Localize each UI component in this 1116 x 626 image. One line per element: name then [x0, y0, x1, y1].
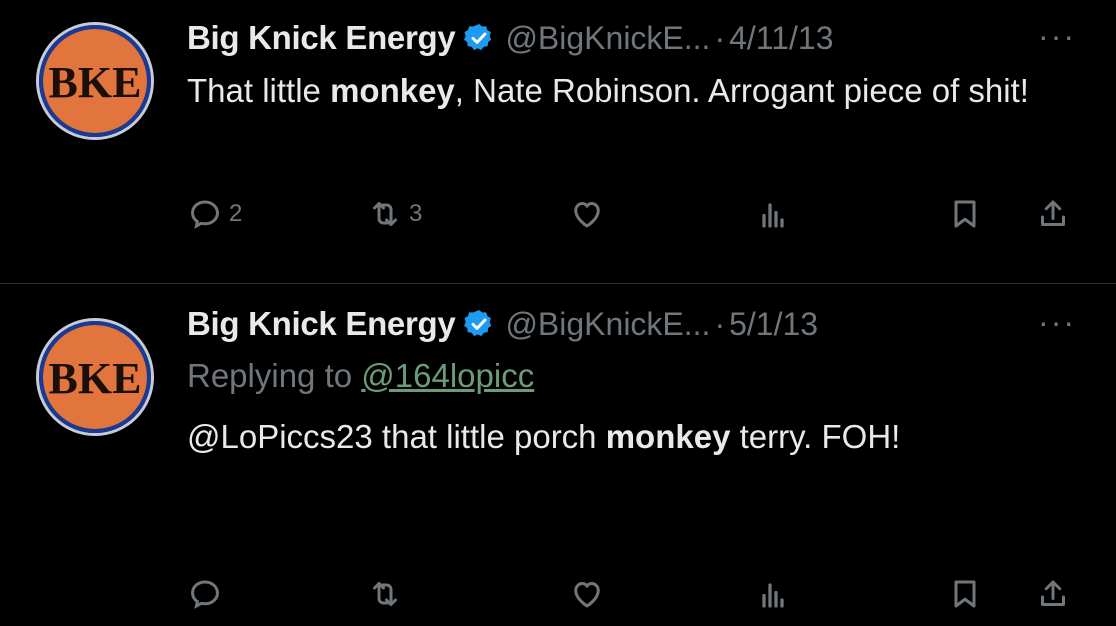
- replying-to-link[interactable]: @164lopicc: [361, 357, 534, 394]
- handle[interactable]: @BigKnickE...: [505, 306, 710, 343]
- verified-badge-icon: [464, 24, 492, 51]
- bookmark-button[interactable]: [947, 196, 983, 232]
- bke-logo-icon: BKE: [39, 25, 151, 137]
- analytics-icon: [762, 203, 784, 228]
- bookmark-icon: [954, 200, 976, 228]
- replying-label: Replying to: [187, 357, 362, 394]
- tweet-text-bold: monkey: [605, 418, 731, 455]
- separator: ·: [714, 305, 726, 342]
- reply-button[interactable]: [187, 576, 223, 612]
- retweet-icon: [373, 202, 397, 226]
- share-icon: [1041, 580, 1065, 606]
- reply-count: 2: [229, 200, 243, 227]
- timestamp[interactable]: 4/11/13: [729, 20, 833, 57]
- avatar[interactable]: BKE: [36, 318, 154, 436]
- tweet-header: Big Knick Energy @BigKnickE... · 4/11/13: [187, 10, 1086, 66]
- bookmark-button[interactable]: [947, 576, 983, 612]
- share-button[interactable]: [1035, 196, 1071, 232]
- display-name[interactable]: Big Knick Energy: [187, 305, 456, 343]
- reply-icon: [191, 580, 219, 609]
- avatar-monogram: BKE: [49, 58, 142, 107]
- share-button[interactable]: [1035, 576, 1071, 612]
- views-button[interactable]: [755, 196, 791, 232]
- tweet-feed: BKE Big Knick Energy @BigKnickE... · 4/1…: [0, 0, 1116, 626]
- tweet[interactable]: BKE Big Knick Energy @BigKnickE... · 5/1…: [0, 284, 1116, 626]
- action-bar: 2 3: [187, 196, 1086, 236]
- analytics-icon: [762, 583, 784, 608]
- reply-button[interactable]: 2: [187, 196, 242, 232]
- like-button[interactable]: [569, 196, 605, 232]
- bookmark-icon: [954, 580, 976, 608]
- avatar[interactable]: BKE: [36, 22, 154, 140]
- reply-icon: [191, 200, 219, 229]
- tweet-text-part: , Nate Robinson. Arrogant piece of shit!: [454, 72, 1029, 109]
- retweet-button[interactable]: 3: [367, 196, 422, 232]
- separator: ·: [714, 19, 726, 56]
- tweet[interactable]: BKE Big Knick Energy @BigKnickE... · 4/1…: [0, 0, 1116, 283]
- avatar-monogram: BKE: [49, 354, 142, 403]
- display-name[interactable]: Big Knick Energy: [187, 19, 456, 57]
- views-button[interactable]: [755, 576, 791, 612]
- retweet-icon: [373, 582, 397, 606]
- share-icon: [1041, 200, 1065, 226]
- tweet-header: Big Knick Energy @BigKnickE... · 5/1/13: [187, 296, 1086, 352]
- retweet-button[interactable]: [367, 576, 403, 612]
- tweet-text: That little monkey, Nate Robinson. Arrog…: [187, 66, 1086, 116]
- tweet-text: @LoPiccs23 that little porch monkey terr…: [187, 412, 1086, 462]
- bke-logo-icon: BKE: [39, 321, 151, 433]
- heart-icon: [574, 202, 600, 228]
- tweet-text-part: That little: [187, 72, 331, 109]
- like-button[interactable]: [569, 576, 605, 612]
- more-options-icon[interactable]: ···: [1038, 18, 1076, 55]
- handle[interactable]: @BigKnickE...: [505, 20, 710, 57]
- tweet-text-part: @LoPiccs23 that little porch: [187, 418, 606, 455]
- replying-to: Replying to @164lopicc: [187, 352, 1086, 400]
- verified-badge-icon: [464, 310, 492, 337]
- heart-icon: [574, 582, 600, 608]
- retweet-count: 3: [409, 200, 423, 227]
- timestamp[interactable]: 5/1/13: [729, 306, 818, 343]
- more-options-icon[interactable]: ···: [1038, 304, 1076, 341]
- action-bar: [187, 576, 1086, 616]
- tweet-text-bold: monkey: [330, 72, 455, 109]
- tweet-text-part: terry. FOH!: [730, 418, 901, 455]
